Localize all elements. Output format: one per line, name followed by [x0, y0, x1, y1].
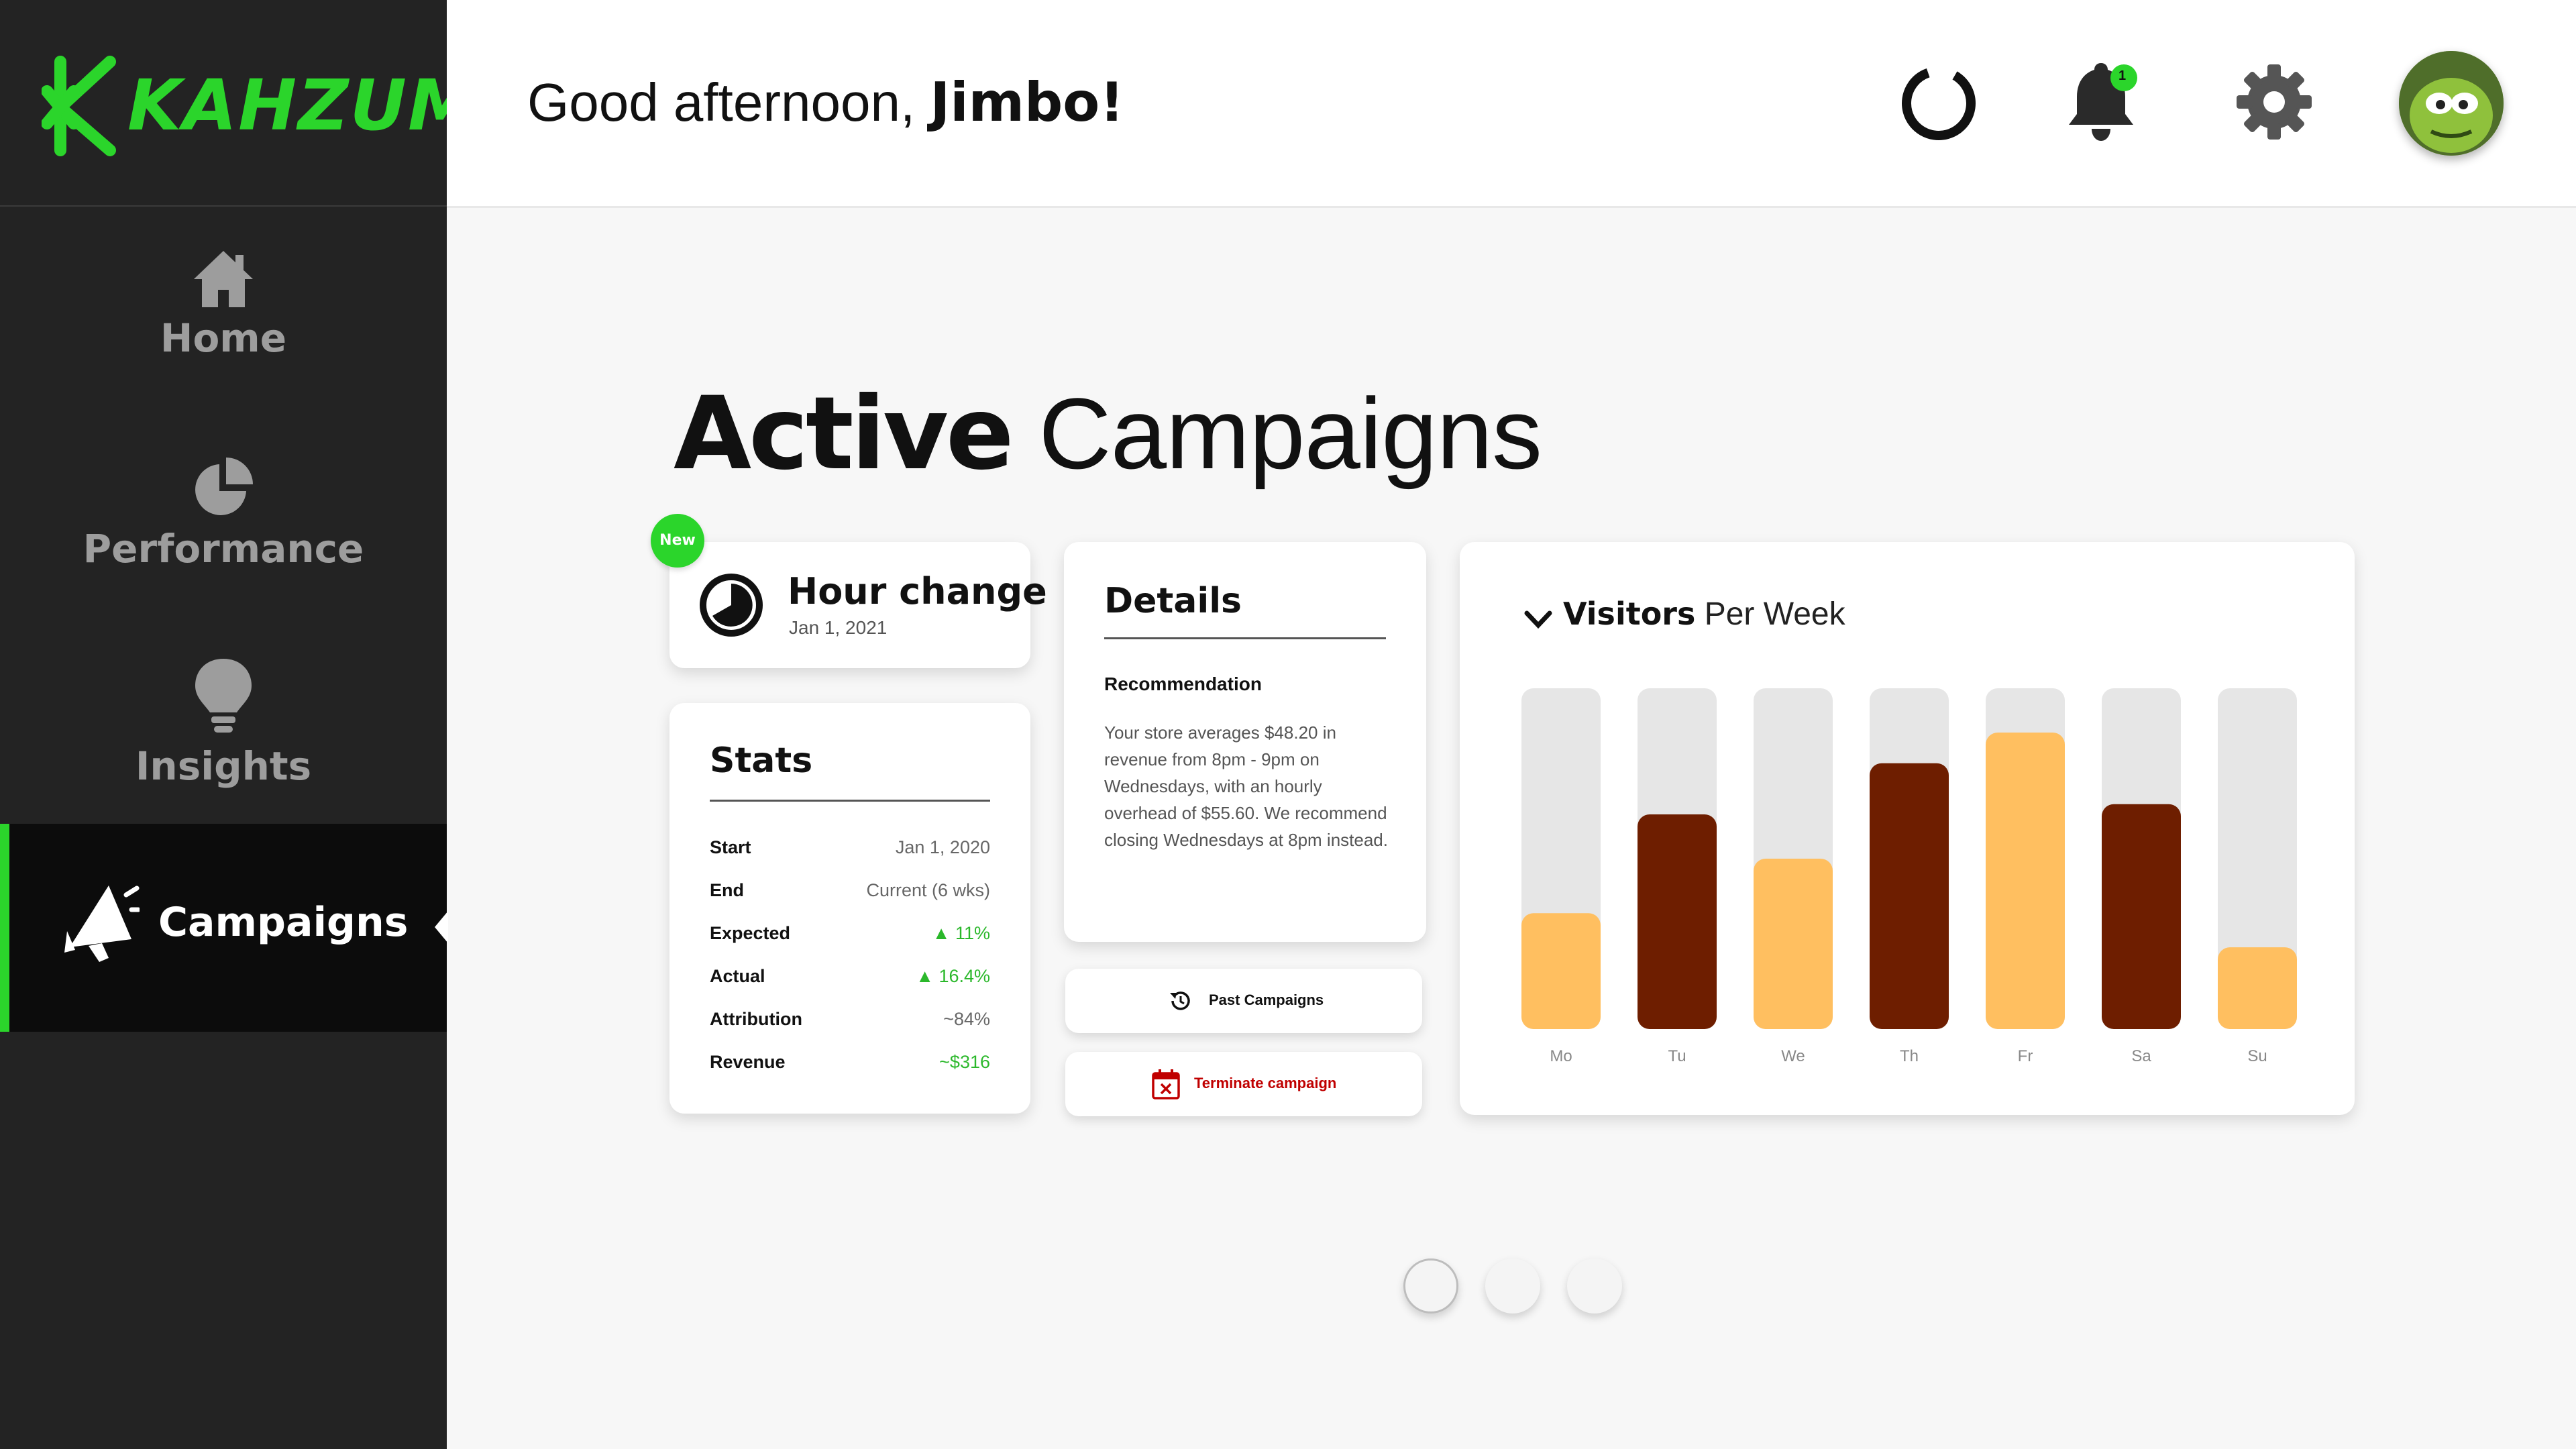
x-tick-label: Sa: [2131, 1047, 2151, 1065]
top-header: Good afternoon, Jimbo! 1: [447, 0, 2576, 208]
stats-key: Actual: [710, 966, 765, 986]
campaign-title: Hour change: [788, 570, 1047, 612]
stats-value: 16.4%: [938, 966, 990, 986]
stats-value: Current (6 wks): [866, 880, 990, 900]
pager-dot-2[interactable]: [1485, 1258, 1540, 1313]
recommendation-label: Recommendation: [1104, 674, 1262, 694]
bell-icon: [2069, 63, 2137, 141]
stats-row: Expected ▲ 11%: [710, 923, 990, 950]
sidebar-item-performance[interactable]: Performance: [0, 455, 447, 572]
clock-icon: [700, 574, 763, 637]
stats-value-wrap: ▲ 11%: [932, 923, 990, 944]
bar-th[interactable]: [1870, 763, 1949, 1029]
greeting-text: Good afternoon,: [527, 72, 916, 132]
stats-value: 11%: [955, 923, 990, 943]
history-icon: [1170, 991, 1190, 1010]
x-tick-label: Th: [1900, 1047, 1919, 1065]
sidebar-item-home[interactable]: Home: [0, 248, 447, 361]
page-title-light: Campaigns: [1038, 377, 1542, 490]
lightbulb-icon: [195, 659, 252, 733]
bar-fr[interactable]: [1986, 733, 2065, 1029]
x-tick-label: Tu: [1668, 1047, 1686, 1065]
greeting: Good afternoon, Jimbo!: [527, 71, 1124, 133]
details-card: Details Recommendation Your store averag…: [1064, 542, 1426, 942]
bar-su[interactable]: [2218, 947, 2297, 1029]
past-campaigns-button[interactable]: Past Campaigns: [1065, 969, 1422, 1033]
page-title: Active Campaigns: [674, 376, 1542, 492]
bar-tu[interactable]: [1638, 814, 1717, 1029]
gear-icon[interactable]: [2234, 62, 2314, 142]
new-badge: New: [651, 514, 704, 568]
pager-dot-3[interactable]: [1567, 1258, 1622, 1313]
past-campaigns-label: Past Campaigns: [1209, 991, 1324, 1008]
stats-value-wrap: ▲ 16.4%: [916, 966, 990, 987]
details-title: Details: [1104, 581, 1242, 621]
trend-up-icon: ▲: [916, 966, 934, 986]
stats-row: Revenue ~$316: [710, 1052, 990, 1079]
notifications-button[interactable]: 1: [2061, 58, 2141, 145]
visitors-bar-chart: Mo Tu We Th Fr Sa Su: [1521, 688, 2297, 1065]
pager-dot-1[interactable]: [1403, 1258, 1458, 1313]
x-tick-label: We: [1781, 1047, 1805, 1065]
sidebar-item-label: Insights: [135, 743, 312, 789]
visitors-chart-card: Visitors Per Week Mo Tu We Th Fr Sa Su: [1460, 542, 2355, 1115]
stats-key: Attribution: [710, 1009, 802, 1029]
terminate-campaign-label: Terminate campaign: [1194, 1075, 1337, 1091]
brand-name: KAHZUM: [127, 64, 479, 146]
kahzum-logo-icon: [42, 56, 116, 156]
stats-row: Actual ▲ 16.4%: [710, 966, 990, 993]
home-icon: [194, 251, 253, 307]
stats-key: Revenue: [710, 1052, 786, 1072]
active-caret-icon: [435, 911, 448, 943]
divider: [710, 800, 990, 802]
stats-key: Start: [710, 837, 751, 857]
calendar-x-icon: [1152, 1069, 1180, 1099]
stats-row: End Current (6 wks): [710, 880, 990, 907]
sidebar-item-label: Campaigns: [158, 899, 409, 946]
recommendation-text: Your store averages $48.20 in revenue fr…: [1104, 722, 1388, 850]
sidebar-item-label: Performance: [83, 526, 364, 572]
stats-key: End: [710, 880, 744, 900]
campaign-card[interactable]: Hour change Jan 1, 2021: [669, 542, 1047, 668]
sidebar-item-label: Home: [160, 315, 287, 361]
sidebar-item-campaigns[interactable]: Campaigns: [0, 824, 448, 1032]
divider: [1104, 637, 1386, 639]
stats-row: Attribution ~84%: [710, 1009, 990, 1036]
stats-value: ~$316: [939, 1052, 990, 1072]
stats-key: Expected: [710, 923, 791, 943]
notification-count: 1: [2118, 68, 2127, 83]
sidebar-item-insights[interactable]: Insights: [0, 656, 447, 789]
stats-title: Stats: [710, 741, 813, 781]
stats-value: Jan 1, 2020: [895, 837, 990, 857]
stats-value: ~84%: [943, 1009, 990, 1029]
sidebar: KAHZUM Home Performance Insights Campaig…: [0, 0, 477, 1449]
page-title-bold: Active: [674, 376, 1014, 492]
bar-we[interactable]: [1754, 859, 1833, 1029]
stats-card: Stats Start Jan 1, 2020 End Current (6 w…: [669, 703, 1030, 1114]
pie-chart-icon: [195, 458, 253, 515]
trend-up-icon: ▲: [932, 923, 951, 943]
avatar-image: [2399, 51, 2504, 156]
stats-row: Start Jan 1, 2020: [710, 837, 990, 864]
active-indicator: [0, 824, 9, 1032]
x-tick-label: Su: [2247, 1047, 2267, 1065]
logo[interactable]: KAHZUM: [0, 0, 477, 207]
loading-ring-icon[interactable]: [1897, 62, 1980, 145]
terminate-campaign-button[interactable]: Terminate campaign: [1065, 1052, 1422, 1116]
campaign-date: Jan 1, 2021: [789, 617, 888, 638]
x-tick-label: Fr: [2018, 1047, 2033, 1065]
megaphone-icon: [64, 885, 140, 962]
user-name: Jimbo!: [930, 71, 1124, 133]
bar-mo[interactable]: [1521, 913, 1601, 1029]
bar-sa[interactable]: [2102, 804, 2181, 1029]
x-tick-label: Mo: [1550, 1047, 1572, 1065]
avatar[interactable]: [2399, 51, 2504, 156]
